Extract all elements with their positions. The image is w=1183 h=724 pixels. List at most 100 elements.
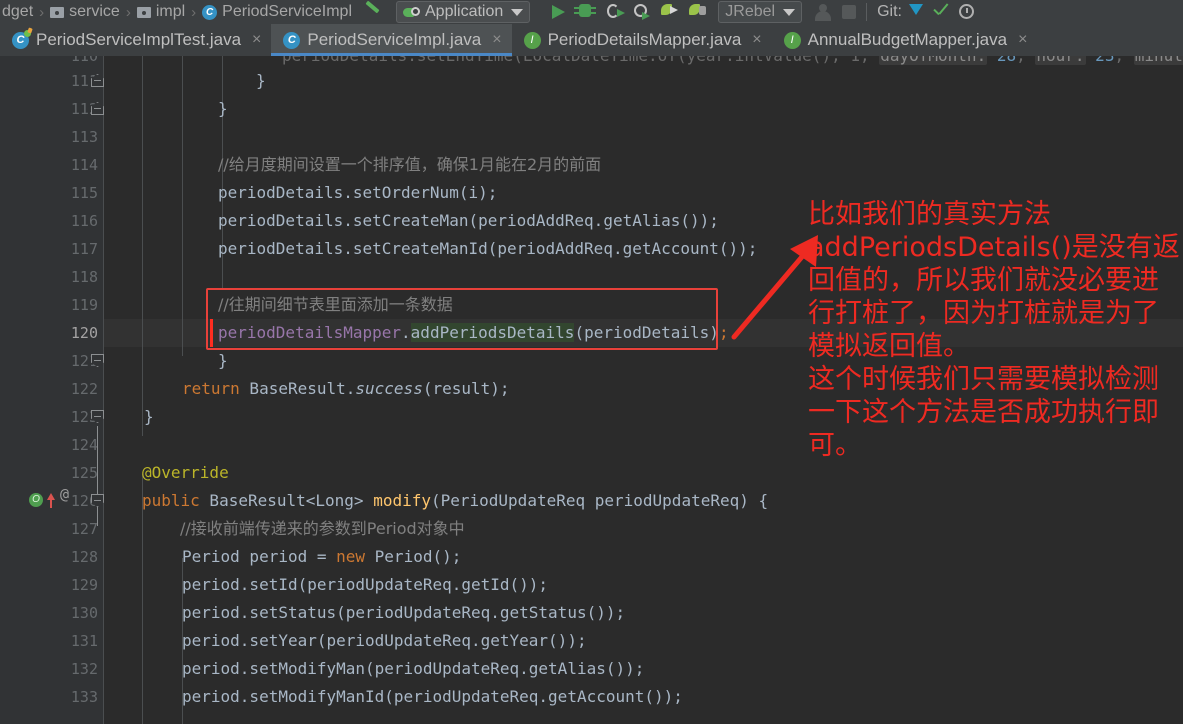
jrebel-run-icon[interactable]	[656, 0, 684, 24]
line-number: 112	[70, 100, 98, 118]
run-icon[interactable]	[544, 0, 572, 24]
editor-tab-bar: C PeriodServiceImplTest.java × C PeriodS…	[0, 24, 1183, 56]
line-number: 122	[70, 380, 98, 398]
code-line-133: period.setModifyManId(periodUpdateReq.ge…	[182, 683, 683, 711]
tab-close-icon[interactable]: ×	[752, 31, 761, 49]
code-comment: //接收前端传递来的参数到Period对象中	[180, 519, 465, 538]
code-text: period.setId(periodUpdateReq.getId());	[182, 575, 549, 594]
user-icon[interactable]	[812, 3, 834, 21]
code-line-122: return BaseResult.success(result);	[182, 375, 510, 403]
jrebel-debug-icon[interactable]	[684, 0, 712, 24]
line-number: 118	[70, 268, 98, 286]
overridden-method-icon[interactable]: O	[29, 493, 43, 507]
tab-close-icon[interactable]: ×	[1018, 31, 1027, 49]
git-commit-icon[interactable]	[928, 0, 954, 24]
code-text: Period period =	[182, 547, 337, 566]
tab-label: AnnualBudgetMapper.java	[807, 30, 1008, 49]
code-text: periodDetails.setOrderNum(i);	[218, 183, 498, 202]
code-method-highlighted: addPeriodsDetails	[410, 323, 575, 342]
git-update-icon[interactable]	[902, 0, 928, 24]
tab-close-icon[interactable]: ×	[492, 31, 501, 49]
class-icon: C	[202, 4, 218, 20]
code-line-128: Period period = new Period();	[182, 543, 461, 571]
code-keyword: return	[182, 379, 240, 398]
breadcrumb-item-impl[interactable]: impl ›	[136, 3, 202, 21]
code-text: BaseResult.	[239, 379, 356, 398]
code-text: (periodDetails)	[574, 323, 719, 342]
line-number: 115	[70, 184, 98, 202]
tab-periodserviceimpl[interactable]: C PeriodServiceImpl.java ×	[271, 24, 512, 56]
line-number-current: 120	[70, 324, 98, 342]
tab-perioddetailsmapper[interactable]: I PeriodDetailsMapper.java ×	[512, 24, 772, 56]
code-line-115: periodDetails.setOrderNum(i);	[218, 179, 497, 207]
line-number: 111	[70, 72, 98, 90]
code-text: 28	[987, 56, 1016, 65]
code-line-130: period.setStatus(periodUpdateReq.getStat…	[182, 599, 625, 627]
build-project-icon[interactable]	[360, 0, 386, 24]
breadcrumb-separator: ›	[125, 3, 131, 21]
jrebel-label: JRebel	[725, 3, 776, 20]
code-text: Period();	[365, 547, 462, 566]
implementing-method-arrow-icon[interactable]	[47, 493, 55, 508]
code-text: }	[144, 407, 154, 426]
package-icon	[136, 6, 151, 18]
code-text: }	[256, 71, 266, 90]
line-number: 121	[70, 352, 98, 370]
code-line-116: periodDetails.setCreateMan(periodAddReq.…	[218, 207, 719, 235]
line-number: 119	[70, 296, 98, 314]
breadcrumb-item-service[interactable]: service ›	[50, 3, 137, 21]
code-text: ,	[1016, 56, 1035, 65]
breadcrumb-item-dget[interactable]: dget ›	[2, 3, 50, 21]
code-text: period.setStatus(periodUpdateReq.getStat…	[182, 603, 626, 622]
class-icon: C	[283, 31, 301, 49]
test-class-icon: C	[12, 29, 31, 49]
tab-close-icon[interactable]: ×	[252, 31, 261, 49]
param-hint: minut	[1133, 56, 1183, 65]
param-hint: dayOfMonth:	[879, 56, 988, 65]
breadcrumb-label: service	[69, 3, 120, 20]
code-line-121: }	[218, 347, 228, 375]
line-number: 131	[70, 632, 98, 650]
tab-annualbudgetmapper[interactable]: I AnnualBudgetMapper.java ×	[772, 24, 1038, 56]
breadcrumb-separator: ›	[39, 3, 45, 21]
jrebel-menu-button[interactable]: JRebel	[718, 1, 803, 23]
code-line-125: @Override	[142, 459, 229, 487]
caret-marker	[210, 319, 213, 347]
breadcrumb-label: impl	[155, 3, 186, 20]
tab-periodserviceimpltest[interactable]: C PeriodServiceImplTest.java ×	[0, 24, 271, 56]
annotation-text: 比如我们的真实方法 addPeriodsDetails()是没有返回值的，所以我…	[808, 199, 1180, 461]
code-text: periodDetails.setEndTime(LocalDateTime.o…	[282, 56, 879, 65]
line-number-gutter[interactable]: 110 111 112 113 114 115 116 117 118 119 …	[0, 56, 104, 724]
code-text: }	[218, 99, 228, 118]
git-history-icon[interactable]	[954, 0, 980, 24]
param-hint: hour:	[1035, 56, 1086, 65]
main-toolbar: dget › service › impl › C PeriodServiceI…	[0, 0, 1183, 24]
code-line-127: //接收前端传递来的参数到Period对象中	[180, 515, 465, 543]
stop-icon[interactable]	[842, 5, 857, 19]
debug-icon[interactable]	[572, 0, 600, 24]
chevron-down-icon	[783, 8, 796, 16]
code-line-112: }	[218, 95, 228, 123]
line-number: 123	[70, 408, 98, 426]
profile-icon[interactable]	[628, 0, 656, 24]
code-comment: //往期间细节表里面添加一条数据	[218, 295, 453, 314]
code-text: .	[401, 323, 411, 342]
code-method-name: modify	[373, 491, 431, 510]
code-text: periodDetails.setCreateMan(periodAddReq.…	[218, 211, 719, 230]
code-line-120: periodDetailsMapper.addPeriodsDetails(pe…	[218, 319, 729, 347]
code-line-111: }	[256, 67, 266, 95]
line-number: 133	[70, 688, 98, 706]
run-configuration-selector[interactable]: Application	[396, 1, 531, 23]
annotation-marker-icon[interactable]: @	[60, 485, 69, 503]
code-comment: //给月度期间设置一个排序值，确保1月能在2月的前面	[218, 155, 602, 174]
tab-label: PeriodServiceImplTest.java	[36, 30, 242, 49]
code-text: (result);	[422, 379, 510, 398]
code-line-117: periodDetails.setCreateManId(periodAddRe…	[218, 235, 757, 263]
code-text: 23	[1086, 56, 1114, 65]
code-text: BaseResult<Long>	[199, 491, 374, 510]
run-toolbar-icons	[544, 0, 712, 24]
line-number: 114	[70, 156, 98, 174]
breadcrumb-item-periodserviceimpl[interactable]: C PeriodServiceImpl	[202, 3, 352, 21]
run-with-coverage-icon[interactable]	[600, 0, 628, 24]
toolbar-divider	[866, 3, 868, 21]
